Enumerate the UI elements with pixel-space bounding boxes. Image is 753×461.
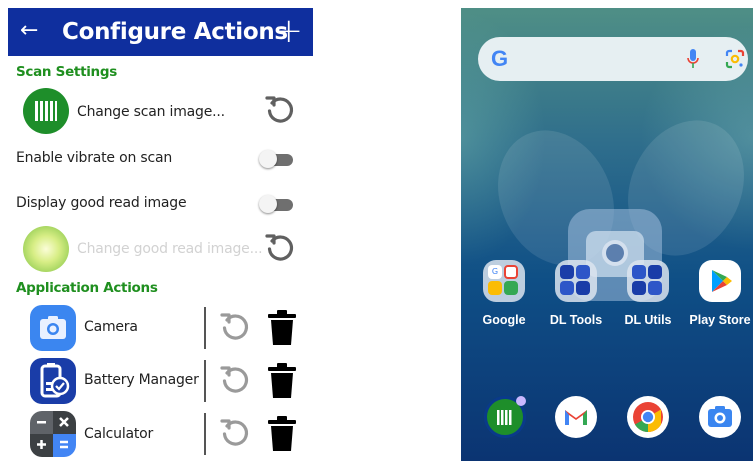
scan-app-icon[interactable] bbox=[484, 396, 526, 438]
section-heading-scan-settings: Scan Settings bbox=[16, 64, 117, 80]
google-logo: G bbox=[491, 46, 509, 71]
google-folder-icon[interactable]: G bbox=[483, 260, 525, 302]
display-good-read-toggle[interactable] bbox=[259, 195, 295, 213]
trash-icon[interactable] bbox=[267, 363, 297, 399]
home-screen: G G Google DL Tools DL Utils Play Store bbox=[461, 8, 753, 461]
google-search-bar[interactable]: G bbox=[478, 37, 748, 81]
app-action-label-calculator[interactable]: Calculator bbox=[84, 426, 153, 442]
reset-icon[interactable] bbox=[264, 94, 296, 126]
arrow-left-icon[interactable]: ← bbox=[20, 18, 38, 44]
app-label-play-store[interactable]: Play Store bbox=[680, 313, 753, 327]
display-good-read-label: Display good read image bbox=[16, 195, 187, 211]
enable-vibrate-label: Enable vibrate on scan bbox=[16, 150, 173, 166]
page-title: Configure Actions bbox=[62, 19, 288, 45]
section-heading-application-actions: Application Actions bbox=[16, 280, 158, 296]
dl-utils-folder-icon[interactable] bbox=[627, 260, 669, 302]
calculator-icon[interactable] bbox=[30, 411, 76, 457]
app-bar: ← Configure Actions + bbox=[8, 8, 313, 56]
change-good-read-image-label: Change good read image... bbox=[77, 241, 263, 257]
reset-icon[interactable] bbox=[264, 232, 296, 264]
play-store-icon[interactable] bbox=[699, 260, 741, 302]
reset-icon[interactable] bbox=[219, 311, 251, 343]
camera-icon[interactable] bbox=[699, 396, 741, 438]
trash-icon[interactable] bbox=[267, 310, 297, 346]
google-lens-icon[interactable] bbox=[725, 49, 745, 69]
plus-icon[interactable]: + bbox=[275, 12, 304, 50]
scan-image-icon[interactable] bbox=[23, 88, 69, 134]
chrome-icon[interactable] bbox=[627, 396, 669, 438]
gmail-icon[interactable] bbox=[555, 396, 597, 438]
divider bbox=[204, 360, 206, 402]
divider bbox=[204, 307, 206, 349]
battery-manager-icon[interactable] bbox=[30, 358, 76, 404]
reset-icon[interactable] bbox=[219, 364, 251, 396]
divider bbox=[204, 413, 206, 455]
dl-tools-folder-icon[interactable] bbox=[555, 260, 597, 302]
configure-actions-screen: ← Configure Actions + Scan Settings Chan… bbox=[8, 8, 313, 461]
trash-icon[interactable] bbox=[267, 416, 297, 452]
camera-icon[interactable] bbox=[30, 305, 76, 351]
app-label-google[interactable]: Google bbox=[464, 313, 544, 327]
app-action-label-camera[interactable]: Camera bbox=[84, 319, 138, 335]
app-action-label-battery-manager[interactable]: Battery Manager bbox=[84, 372, 199, 388]
app-label-dl-utils[interactable]: DL Utils bbox=[608, 313, 688, 327]
mic-icon[interactable] bbox=[687, 49, 699, 69]
reset-icon[interactable] bbox=[219, 417, 251, 449]
change-scan-image-label[interactable]: Change scan image... bbox=[77, 104, 225, 120]
enable-vibrate-toggle[interactable] bbox=[259, 150, 295, 168]
app-label-dl-tools[interactable]: DL Tools bbox=[536, 313, 616, 327]
good-read-image-icon bbox=[23, 226, 69, 272]
